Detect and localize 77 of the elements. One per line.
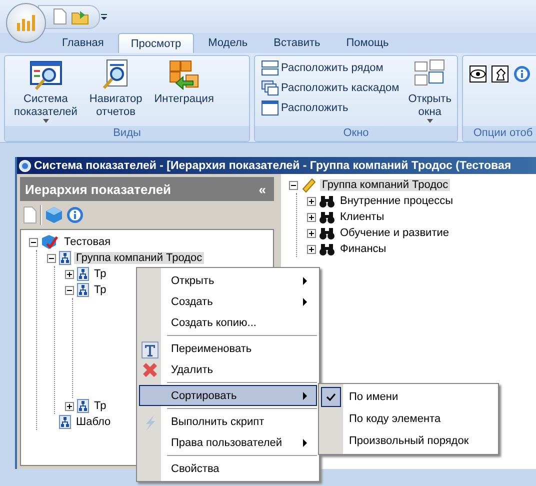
tree-item[interactable]: Тр <box>92 400 108 412</box>
ribbon-button[interactable]: Расположить рядом <box>261 59 400 77</box>
window-icon <box>261 100 279 116</box>
collapse-icon[interactable] <box>289 180 298 190</box>
tree-item[interactable]: Обучение и развитие <box>338 227 452 239</box>
ribbon-tab[interactable]: Модель <box>196 33 260 53</box>
tree-item[interactable]: Тр <box>92 284 108 296</box>
tree-item[interactable]: Финансы <box>338 243 388 255</box>
ribbon-button[interactable]: Система показателей <box>11 59 80 125</box>
blocks-arrow-icon <box>168 59 200 91</box>
magnifier-screen-icon <box>28 59 63 91</box>
tile-windows-icon <box>261 60 279 76</box>
menu-item[interactable]: Создать <box>139 291 317 312</box>
menu-item[interactable]: Создать копию... <box>139 312 317 333</box>
menu-item[interactable]: По коду элемента <box>319 408 498 430</box>
tree-item[interactable]: Внутренние процессы <box>338 195 456 207</box>
dropdown-icon[interactable] <box>100 12 108 20</box>
group-label: Виды <box>5 126 249 141</box>
hierarchy-icon <box>77 399 89 413</box>
tree-item[interactable]: Шабло <box>74 416 113 428</box>
collapse-icon[interactable] <box>47 254 56 262</box>
tree-item[interactable]: Тестовая <box>62 236 113 248</box>
ribbon-button[interactable]: Расположить <box>261 99 400 117</box>
ribbon-button[interactable]: Расположить каскадом <box>261 79 400 97</box>
group-label: Окно <box>255 126 457 141</box>
expand-icon[interactable] <box>65 402 74 410</box>
bar-chart-icon <box>14 13 38 33</box>
folder-icon[interactable] <box>71 8 89 24</box>
menu-item[interactable]: Произвольный порядок <box>319 430 498 452</box>
hierarchy-icon <box>59 251 71 265</box>
collapse-icon[interactable] <box>29 238 38 246</box>
ribbon-button[interactable]: Интеграция <box>151 59 217 106</box>
hierarchy-icon <box>77 267 89 281</box>
binoculars-icon <box>319 194 335 208</box>
cube-check-icon <box>41 234 59 250</box>
rename-icon <box>141 341 159 359</box>
expand-icon[interactable] <box>307 244 316 254</box>
expand-icon[interactable] <box>307 228 316 238</box>
menu-item[interactable]: По имени <box>319 386 498 408</box>
binoculars-icon <box>319 242 335 256</box>
ribbon-tab[interactable]: Вставить <box>262 33 332 53</box>
menu-item[interactable]: Сортировать <box>139 385 317 406</box>
ribbon-button[interactable]: Навигатор отчетов <box>86 59 146 119</box>
app-icon <box>19 160 31 172</box>
window-title: Система показателей - [Иерархия показателей - Группа компаний Тродос (Тестовая <box>34 160 512 172</box>
tree-item[interactable]: Группа компаний Тродос <box>320 179 450 191</box>
expand-icon[interactable] <box>65 270 74 278</box>
menu-item[interactable]: Открыть <box>139 270 317 291</box>
tree-item[interactable]: Тр <box>92 268 108 280</box>
expand-icon[interactable] <box>307 196 316 206</box>
menu-item[interactable]: Свойства <box>139 458 317 479</box>
eye-icon[interactable] <box>469 65 487 83</box>
collapse-icon[interactable] <box>65 286 74 294</box>
hierarchy-icon <box>77 283 89 297</box>
delete-icon <box>141 362 159 380</box>
info-icon[interactable] <box>66 206 84 224</box>
info-icon[interactable] <box>513 65 531 83</box>
cascade-windows-icon <box>261 80 279 96</box>
ribbon-tab[interactable]: Просмотр <box>118 33 194 53</box>
tree-item[interactable]: Группа компаний Тродос <box>74 252 204 264</box>
tree-item[interactable]: Клиенты <box>338 211 386 223</box>
ribbon-tab[interactable]: Главная <box>50 33 116 53</box>
document-icon[interactable] <box>53 8 67 25</box>
ruler-icon <box>301 177 317 193</box>
binoculars-icon <box>319 226 335 240</box>
ribbon-button[interactable]: Открыть окна <box>405 59 454 125</box>
menu-item[interactable]: Переименовать <box>139 338 317 359</box>
menu-item[interactable]: Выполнить скрипт <box>139 411 317 432</box>
menu-item[interactable]: Удалить <box>139 359 317 380</box>
ribbon-tab[interactable]: Помощь <box>334 33 401 53</box>
hierarchy-icon <box>59 415 71 429</box>
panel-title: Иерархия показателей <box>25 182 172 196</box>
group-label: Опции отоб <box>463 126 536 141</box>
expand-icon[interactable] <box>307 212 316 222</box>
collapse-button[interactable]: « <box>258 182 266 196</box>
binoculars-icon <box>319 210 335 224</box>
menu-item[interactable]: Права пользователей <box>139 432 317 453</box>
